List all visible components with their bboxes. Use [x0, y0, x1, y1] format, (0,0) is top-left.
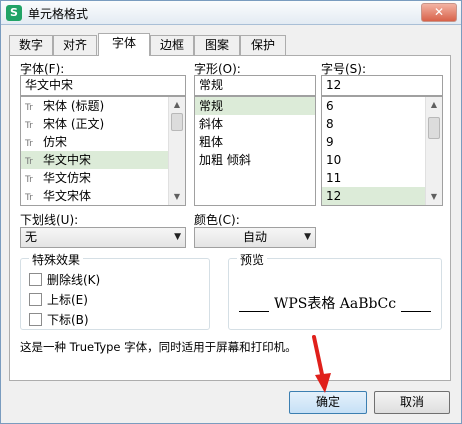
format-cells-dialog: S 单元格格式 ✕ 数字 对齐 字体 边框 图案 保护 字体(F): 华文中宋 … — [0, 0, 462, 424]
annotation-arrow-icon — [312, 335, 331, 393]
tab-font[interactable]: 字体 — [98, 33, 150, 56]
